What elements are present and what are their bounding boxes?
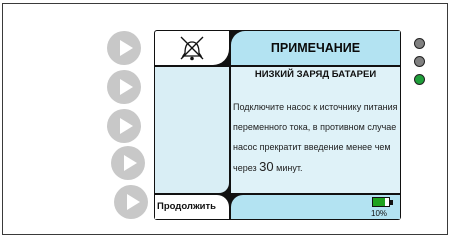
left-panel xyxy=(155,67,229,193)
soft-key-1[interactable] xyxy=(107,31,141,65)
alert-message-text: Подключите насос к источнику питания пер… xyxy=(233,102,398,173)
alert-message: Подключите насос к источнику питания пер… xyxy=(233,97,399,178)
battery-icon xyxy=(372,197,390,207)
indicator-light-1 xyxy=(414,38,425,49)
indicator-light-2 xyxy=(414,56,425,67)
soft-key-4[interactable] xyxy=(111,146,145,180)
message-panel: НИЗКИЙ ЗАРЯД БАТАРЕИ Подключите насос к … xyxy=(231,67,400,193)
soft-key-3[interactable] xyxy=(107,109,141,143)
play-icon xyxy=(124,155,137,171)
status-bar: 10% xyxy=(231,195,400,219)
battery-tip xyxy=(390,200,393,205)
play-icon xyxy=(127,194,140,210)
alert-minutes: 30 xyxy=(259,159,274,174)
play-icon xyxy=(120,118,133,134)
alarm-icon-cell xyxy=(155,31,229,65)
alert-subtitle: НИЗКИЙ ЗАРЯД БАТАРЕИ xyxy=(254,69,377,80)
continue-button[interactable]: Продолжить xyxy=(155,195,229,219)
play-icon xyxy=(120,79,133,95)
battery-fill xyxy=(373,198,385,206)
indicator-light-3 xyxy=(414,74,425,85)
soft-key-2[interactable] xyxy=(107,70,141,104)
play-icon xyxy=(120,40,133,56)
bell-alarm-icon xyxy=(180,36,204,61)
battery-percent: 10% xyxy=(371,209,388,218)
alert-minutes-unit: минут. xyxy=(276,163,303,173)
page-title: ПРИМЕЧАНИЕ xyxy=(231,31,400,65)
soft-key-5[interactable] xyxy=(114,185,148,219)
